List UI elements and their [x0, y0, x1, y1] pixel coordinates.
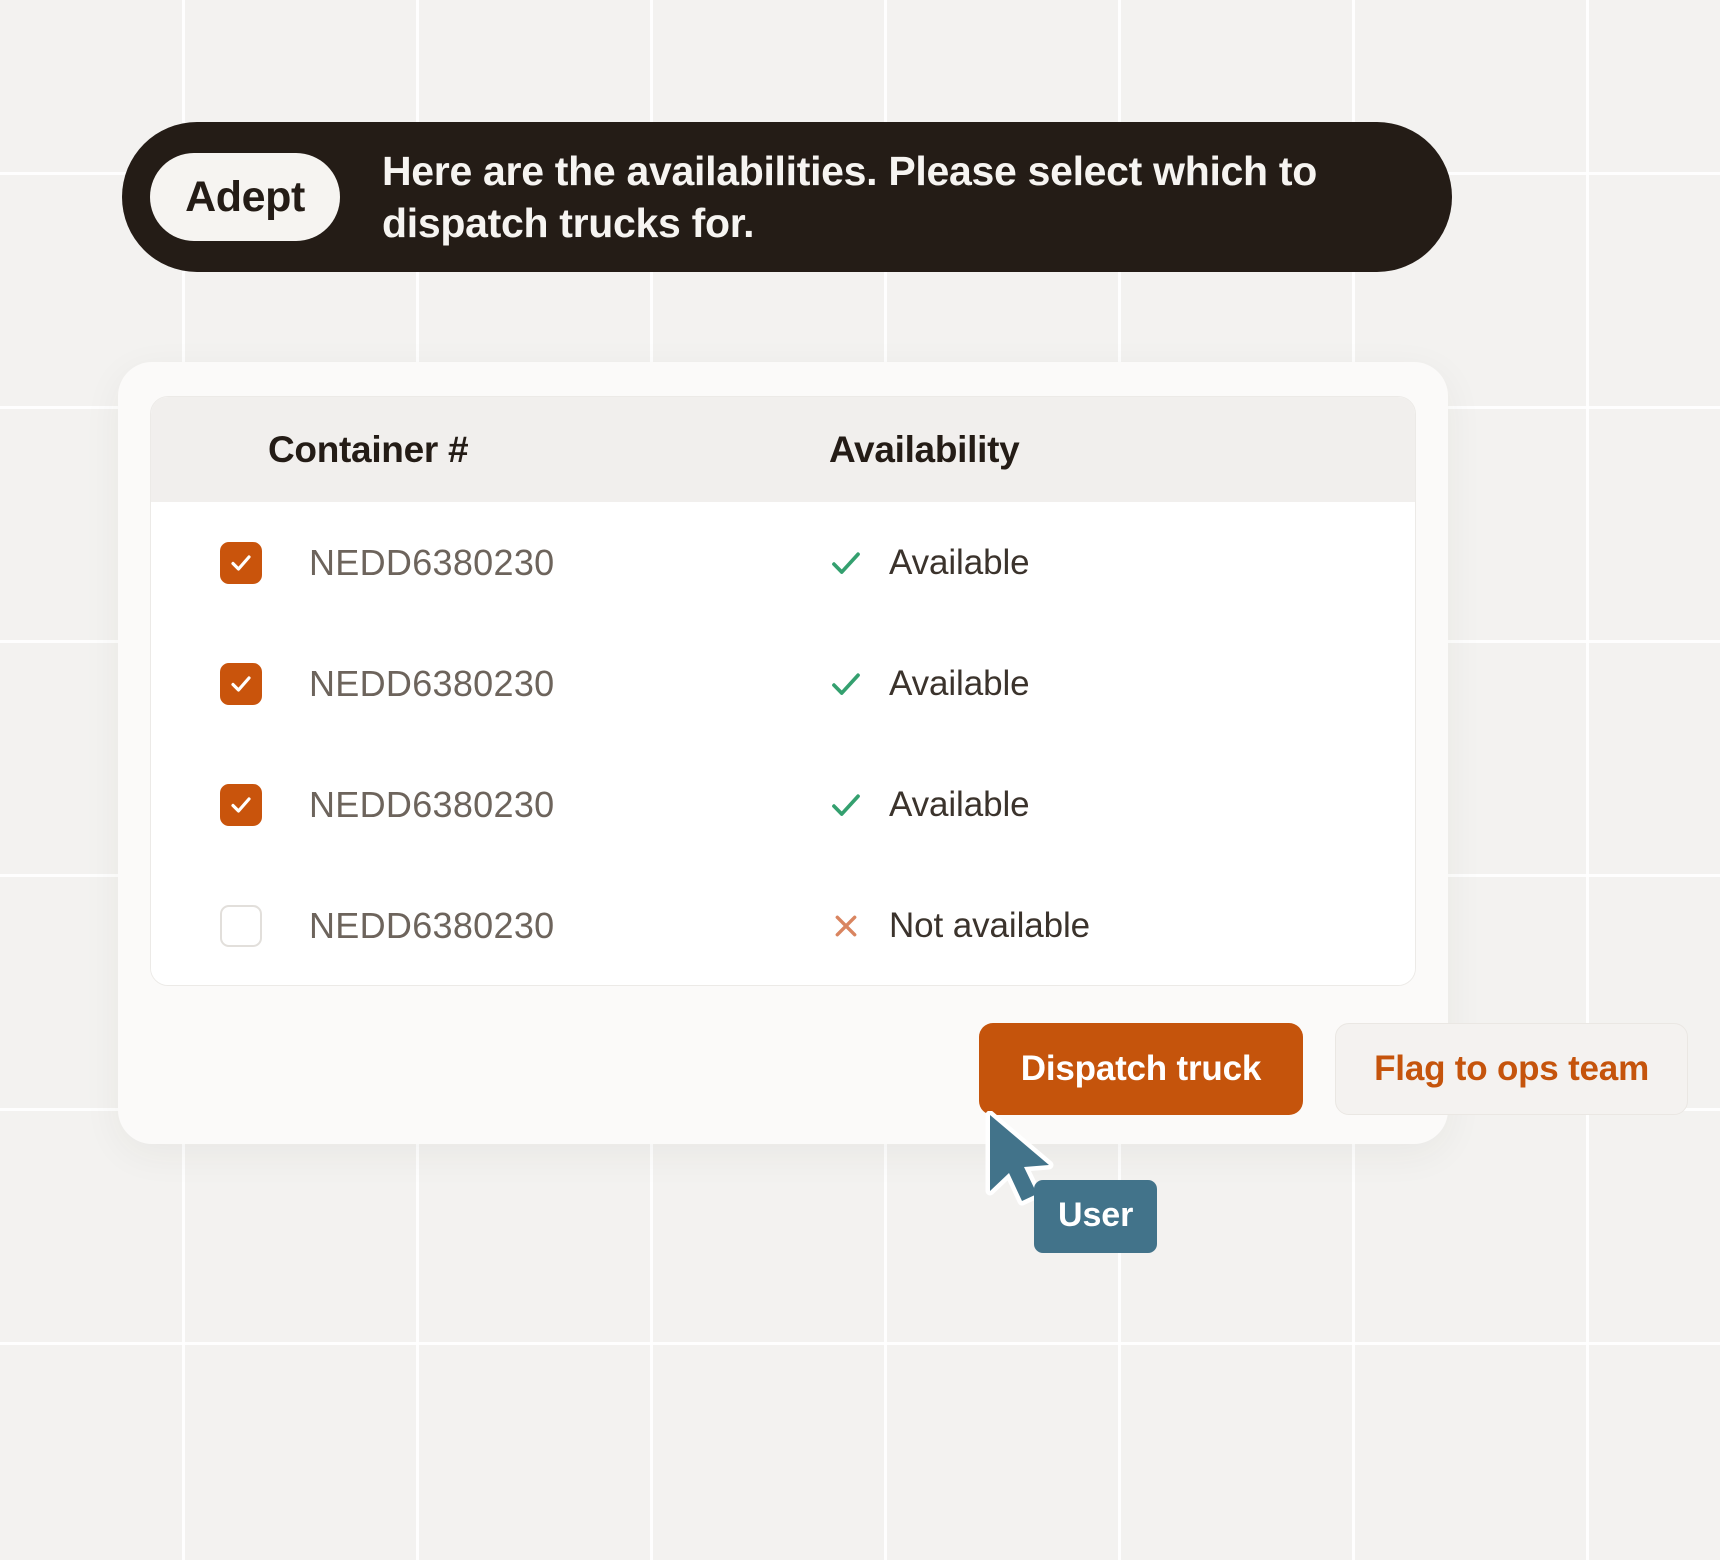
column-header-availability: Availability — [829, 428, 1020, 470]
cell-container: NEDD6380230 — [151, 783, 741, 826]
table-header-row: Container # Availability — [151, 397, 1415, 502]
checkmark-icon — [231, 796, 251, 813]
availability-status: Available — [889, 542, 1030, 582]
agent-message-text: Here are the availabilities. Please sele… — [382, 147, 1317, 246]
table-row[interactable]: NEDD6380230 Available — [151, 744, 1415, 865]
action-button-group: Dispatch truck Flag to ops team — [978, 1023, 1688, 1115]
availability-status: Not available — [889, 905, 1091, 945]
row-checkbox[interactable] — [220, 904, 262, 947]
container-number: NEDD6380230 — [309, 541, 555, 583]
row-checkbox[interactable] — [220, 662, 262, 705]
cell-container: NEDD6380230 — [151, 541, 741, 584]
container-number: NEDD6380230 — [309, 783, 555, 825]
cell-container: NEDD6380230 — [151, 904, 741, 947]
cursor-user-label: User — [1034, 1180, 1158, 1253]
check-icon — [829, 667, 863, 701]
table-row[interactable]: NEDD6380230 Available — [151, 623, 1415, 744]
cross-icon — [829, 909, 863, 943]
cell-availability: Available — [741, 543, 1030, 583]
check-icon — [829, 546, 863, 580]
cell-availability: Not available — [741, 906, 1090, 946]
flag-to-ops-team-button[interactable]: Flag to ops team — [1335, 1023, 1688, 1115]
agent-name-pill: Adept — [150, 153, 340, 241]
check-icon — [829, 788, 863, 822]
row-checkbox[interactable] — [220, 783, 262, 826]
agent-message-bubble: Adept Here are the availabilities. Pleas… — [122, 122, 1452, 272]
cell-availability: Available — [741, 664, 1030, 704]
column-header-container: Container # — [268, 428, 469, 470]
dispatch-truck-button[interactable]: Dispatch truck — [978, 1023, 1304, 1115]
cell-availability: Available — [741, 785, 1030, 825]
checkmark-icon — [231, 554, 251, 571]
availability-status: Available — [889, 784, 1030, 824]
container-number: NEDD6380230 — [309, 662, 555, 704]
row-checkbox[interactable] — [220, 541, 262, 584]
table-row[interactable]: NEDD6380230 Not available — [151, 865, 1415, 985]
availability-table: Container # Availability NEDD6380230 Ava… — [150, 396, 1416, 986]
availability-status: Available — [889, 663, 1030, 703]
checkmark-icon — [231, 675, 251, 692]
container-number: NEDD6380230 — [309, 904, 555, 946]
table-row[interactable]: NEDD6380230 Available — [151, 502, 1415, 623]
cell-container: NEDD6380230 — [151, 662, 741, 705]
